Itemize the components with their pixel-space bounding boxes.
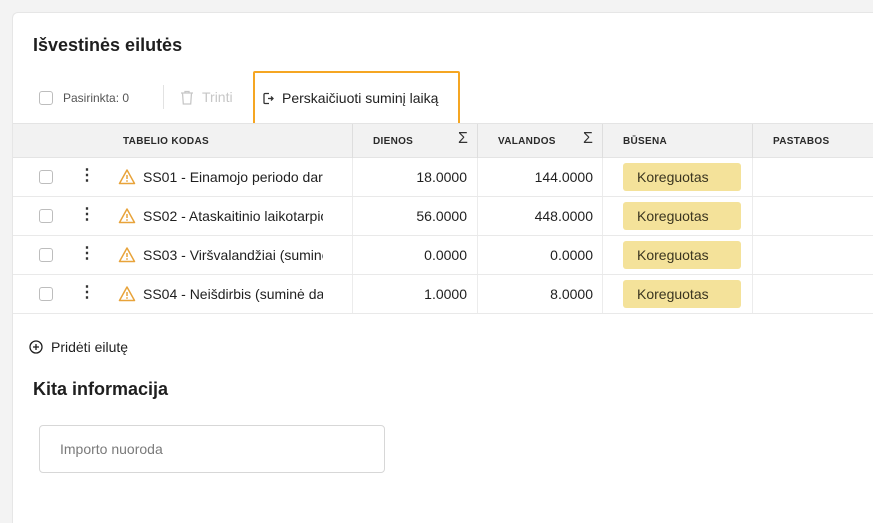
warning-icon bbox=[118, 247, 136, 263]
table-row[interactable]: ⋮ SS04 - Neišdirbis (suminė darbo 1.0000… bbox=[13, 275, 873, 314]
table-row[interactable]: ⋮ SS03 - Viršvalandžiai (suminė 0.0000 0… bbox=[13, 236, 873, 275]
row-checkbox[interactable] bbox=[39, 170, 53, 184]
add-row-label: Pridėti eilutę bbox=[51, 339, 129, 355]
warning-icon bbox=[118, 169, 136, 185]
recalc-icon bbox=[263, 92, 274, 104]
import-link-input[interactable] bbox=[39, 425, 385, 473]
row-days: 18.0000 bbox=[416, 169, 467, 185]
row-code: SS03 - Viršvalandžiai (suminė bbox=[143, 247, 323, 263]
trash-icon bbox=[181, 90, 193, 105]
header-hours[interactable]: VALANDOS bbox=[498, 124, 556, 158]
more-vertical-icon[interactable]: ⋮ bbox=[79, 285, 95, 301]
row-code: SS02 - Ataskaitinio laikotarpio bbox=[143, 208, 323, 224]
selected-count-label: Pasirinkta: 0 bbox=[63, 91, 130, 105]
row-code: SS04 - Neišdirbis (suminė darbo bbox=[143, 286, 323, 302]
status-badge: Koreguotas bbox=[623, 280, 741, 308]
table-header: TABELIO KODAS DIENOS Σ VALANDOS Σ BŪSENA… bbox=[13, 123, 873, 158]
header-notes[interactable]: PASTABOS bbox=[773, 124, 829, 158]
other-info-title: Kita informacija bbox=[33, 379, 169, 399]
derived-rows-panel: Išvestinės eilutės Pasirinkta: 0 Trinti … bbox=[12, 12, 873, 523]
warning-icon bbox=[118, 286, 136, 302]
toolbar-divider bbox=[163, 85, 164, 109]
table-row[interactable]: ⋮ SS01 - Einamojo periodo darbo laikas 1… bbox=[13, 158, 873, 197]
table-row[interactable]: ⋮ SS02 - Ataskaitinio laikotarpio 56.000… bbox=[13, 197, 873, 236]
row-days: 1.0000 bbox=[424, 286, 467, 302]
days-sum-icon[interactable]: Σ bbox=[458, 130, 468, 148]
section-title: Išvestinės eilutės bbox=[33, 35, 183, 55]
row-hours: 0.0000 bbox=[550, 247, 593, 263]
derived-rows-table: TABELIO KODAS DIENOS Σ VALANDOS Σ BŪSENA… bbox=[13, 123, 873, 314]
delete-button[interactable]: Trinti bbox=[180, 89, 233, 105]
select-all[interactable]: Pasirinkta: 0 bbox=[39, 91, 129, 105]
status-badge: Koreguotas bbox=[623, 163, 741, 191]
more-vertical-icon[interactable]: ⋮ bbox=[79, 246, 95, 262]
more-vertical-icon[interactable]: ⋮ bbox=[79, 207, 95, 223]
row-days: 56.0000 bbox=[416, 208, 467, 224]
row-checkbox[interactable] bbox=[39, 209, 53, 223]
row-days: 0.0000 bbox=[424, 247, 467, 263]
recalculate-label: Perskaičiuoti suminį laiką bbox=[282, 90, 439, 106]
delete-label: Trinti bbox=[202, 89, 233, 105]
header-days[interactable]: DIENOS bbox=[373, 124, 413, 158]
select-all-checkbox[interactable] bbox=[39, 91, 53, 105]
add-row-button[interactable]: Pridėti eilutę bbox=[29, 339, 128, 355]
header-status[interactable]: BŪSENA bbox=[623, 124, 667, 158]
header-code[interactable]: TABELIO KODAS bbox=[123, 124, 209, 158]
recalculate-total-time-button[interactable]: Perskaičiuoti suminį laiką bbox=[253, 71, 460, 125]
row-checkbox[interactable] bbox=[39, 287, 53, 301]
status-badge: Koreguotas bbox=[623, 202, 741, 230]
hours-sum-icon[interactable]: Σ bbox=[583, 130, 593, 148]
warning-icon bbox=[118, 208, 136, 224]
plus-circle-icon bbox=[29, 340, 43, 354]
row-hours: 8.0000 bbox=[550, 286, 593, 302]
toolbar: Pasirinkta: 0 Trinti Perskaičiuoti sumin… bbox=[13, 71, 873, 125]
row-checkbox[interactable] bbox=[39, 248, 53, 262]
status-badge: Koreguotas bbox=[623, 241, 741, 269]
more-vertical-icon[interactable]: ⋮ bbox=[79, 168, 95, 184]
row-hours: 448.0000 bbox=[534, 208, 593, 224]
row-hours: 144.0000 bbox=[534, 169, 593, 185]
row-code: SS01 - Einamojo periodo darbo laikas bbox=[143, 169, 323, 185]
